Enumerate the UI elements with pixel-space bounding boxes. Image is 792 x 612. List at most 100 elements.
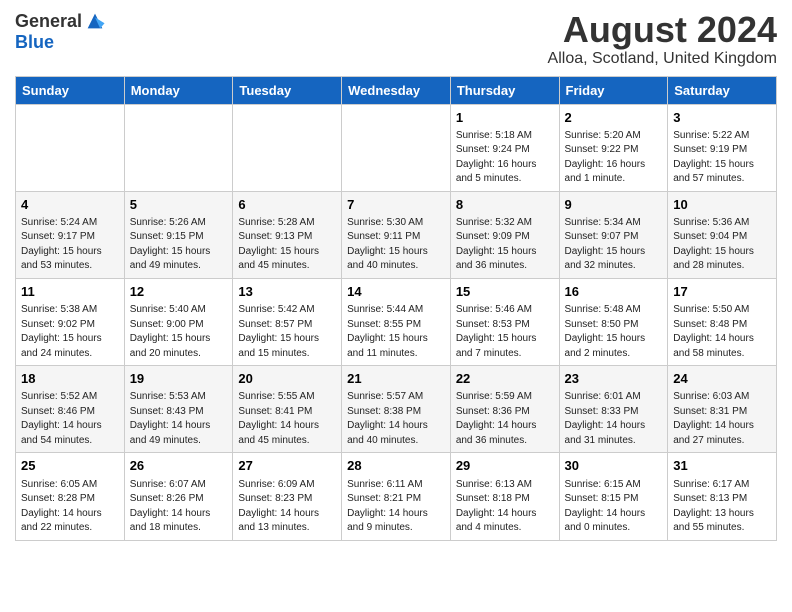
day-info: Sunrise: 5:20 AM Sunset: 9:22 PM Dayligh… [565,129,663,187]
day-number: 29 [456,457,554,475]
day-info: Sunrise: 6:09 AM Sunset: 8:23 PM Dayligh… [238,478,336,536]
day-info: Sunrise: 5:46 AM Sunset: 8:53 PM Dayligh… [456,303,554,361]
calendar-cell [342,104,451,191]
day-header-sunday: Sunday [16,76,125,104]
logo: General Blue [15,10,106,53]
calendar-cell: 30 Sunrise: 6:15 AM Sunset: 8:15 PM Dayli… [559,453,668,540]
calendar-cell: 22Sunrise: 5:59 AM Sunset: 8:36 PM Dayli… [450,366,559,453]
day-number: 26 [130,457,228,475]
day-header-tuesday: Tuesday [233,76,342,104]
day-info: Sunrise: 6:07 AM Sunset: 8:26 PM Dayligh… [130,478,228,536]
calendar-week-3: 11 Sunrise: 5:38 AM Sunset: 9:02 PM Dayli… [16,278,777,365]
day-number: 23 [565,370,663,388]
calendar-cell: 23 Sunrise: 6:01 AM Sunset: 8:33 PM Dayli… [559,366,668,453]
day-number: 20 [238,370,336,388]
day-info: Sunrise: 5:34 AM Sunset: 9:07 PM Dayligh… [565,216,663,274]
calendar-cell: 19 Sunrise: 5:53 AM Sunset: 8:43 PM Dayli… [124,366,233,453]
calendar-cell: 20 Sunrise: 5:55 AM Sunset: 8:41 PM Dayli… [233,366,342,453]
day-number: 16 [565,283,663,301]
day-number: 14 [347,283,445,301]
logo-blue-text: Blue [15,32,54,53]
calendar-cell: 3Sunrise: 5:22 AM Sunset: 9:19 PM Daylig… [668,104,777,191]
day-number: 10 [673,196,771,214]
day-number: 17 [673,283,771,301]
day-number: 5 [130,196,228,214]
calendar-cell: 16 Sunrise: 5:48 AM Sunset: 8:50 PM Dayli… [559,278,668,365]
day-header-thursday: Thursday [450,76,559,104]
day-header-saturday: Saturday [668,76,777,104]
day-header-friday: Friday [559,76,668,104]
calendar-cell: 4 Sunrise: 5:24 AM Sunset: 9:17 PM Daylig… [16,191,125,278]
day-number: 6 [238,196,336,214]
calendar-cell [16,104,125,191]
calendar-cell: 5 Sunrise: 5:26 AM Sunset: 9:15 PM Daylig… [124,191,233,278]
day-header-wednesday: Wednesday [342,76,451,104]
calendar-cell: 25Sunrise: 6:05 AM Sunset: 8:28 PM Dayli… [16,453,125,540]
day-number: 13 [238,283,336,301]
day-number: 7 [347,196,445,214]
day-number: 28 [347,457,445,475]
title-section: August 2024 Alloa, Scotland, United King… [548,10,777,68]
day-info: Sunrise: 6:03 AM Sunset: 8:31 PM Dayligh… [673,390,771,448]
day-number: 4 [21,196,119,214]
day-info: Sunrise: 5:24 AM Sunset: 9:17 PM Dayligh… [21,216,119,274]
day-info: Sunrise: 5:38 AM Sunset: 9:02 PM Dayligh… [21,303,119,361]
day-number: 24 [673,370,771,388]
day-info: Sunrise: 5:42 AM Sunset: 8:57 PM Dayligh… [238,303,336,361]
day-info: Sunrise: 5:32 AM Sunset: 9:09 PM Dayligh… [456,216,554,274]
day-info: Sunrise: 6:11 AM Sunset: 8:21 PM Dayligh… [347,478,445,536]
day-number: 19 [130,370,228,388]
calendar-table: SundayMondayTuesdayWednesdayThursdayFrid… [15,76,777,541]
calendar-week-1: 1Sunrise: 5:18 AM Sunset: 9:24 PM Daylig… [16,104,777,191]
calendar-cell: 24 Sunrise: 6:03 AM Sunset: 8:31 PM Dayli… [668,366,777,453]
day-number: 15 [456,283,554,301]
logo-general-text: General [15,11,82,32]
day-number: 1 [456,109,554,127]
calendar-cell: 28 Sunrise: 6:11 AM Sunset: 8:21 PM Dayli… [342,453,451,540]
day-info: Sunrise: 5:36 AM Sunset: 9:04 PM Dayligh… [673,216,771,274]
day-info: Sunrise: 5:28 AM Sunset: 9:13 PM Dayligh… [238,216,336,274]
calendar-cell: 31 Sunrise: 6:17 AM Sunset: 8:13 PM Dayli… [668,453,777,540]
calendar-week-2: 4 Sunrise: 5:24 AM Sunset: 9:17 PM Daylig… [16,191,777,278]
calendar-cell: 2 Sunrise: 5:20 AM Sunset: 9:22 PM Daylig… [559,104,668,191]
calendar-header-row: SundayMondayTuesdayWednesdayThursdayFrid… [16,76,777,104]
day-info: Sunrise: 5:53 AM Sunset: 8:43 PM Dayligh… [130,390,228,448]
calendar-cell [124,104,233,191]
day-info: Sunrise: 6:17 AM Sunset: 8:13 PM Dayligh… [673,478,771,536]
calendar-cell: 13 Sunrise: 5:42 AM Sunset: 8:57 PM Dayli… [233,278,342,365]
logo-icon [84,10,106,32]
day-info: Sunrise: 5:44 AM Sunset: 8:55 PM Dayligh… [347,303,445,361]
calendar-cell: 8Sunrise: 5:32 AM Sunset: 9:09 PM Daylig… [450,191,559,278]
day-number: 18 [21,370,119,388]
day-number: 2 [565,109,663,127]
calendar-cell: 29Sunrise: 6:13 AM Sunset: 8:18 PM Dayli… [450,453,559,540]
calendar-cell: 9Sunrise: 5:34 AM Sunset: 9:07 PM Daylig… [559,191,668,278]
page-header: General Blue August 2024 Alloa, Scotland… [15,10,777,68]
calendar-cell: 15 Sunrise: 5:46 AM Sunset: 8:53 PM Dayli… [450,278,559,365]
day-info: Sunrise: 5:50 AM Sunset: 8:48 PM Dayligh… [673,303,771,361]
day-number: 12 [130,283,228,301]
calendar-cell: 6 Sunrise: 5:28 AM Sunset: 9:13 PM Daylig… [233,191,342,278]
calendar-cell: 14 Sunrise: 5:44 AM Sunset: 8:55 PM Dayli… [342,278,451,365]
calendar-cell: 12Sunrise: 5:40 AM Sunset: 9:00 PM Dayli… [124,278,233,365]
day-number: 31 [673,457,771,475]
calendar-week-4: 18 Sunrise: 5:52 AM Sunset: 8:46 PM Dayli… [16,366,777,453]
day-info: Sunrise: 5:22 AM Sunset: 9:19 PM Dayligh… [673,129,771,187]
day-info: Sunrise: 5:59 AM Sunset: 8:36 PM Dayligh… [456,390,554,448]
day-info: Sunrise: 5:55 AM Sunset: 8:41 PM Dayligh… [238,390,336,448]
day-info: Sunrise: 5:57 AM Sunset: 8:38 PM Dayligh… [347,390,445,448]
day-number: 30 [565,457,663,475]
day-number: 27 [238,457,336,475]
day-header-monday: Monday [124,76,233,104]
day-info: Sunrise: 5:30 AM Sunset: 9:11 PM Dayligh… [347,216,445,274]
day-number: 11 [21,283,119,301]
day-info: Sunrise: 5:48 AM Sunset: 8:50 PM Dayligh… [565,303,663,361]
day-info: Sunrise: 6:15 AM Sunset: 8:15 PM Dayligh… [565,478,663,536]
day-info: Sunrise: 5:26 AM Sunset: 9:15 PM Dayligh… [130,216,228,274]
calendar-cell: 1Sunrise: 5:18 AM Sunset: 9:24 PM Daylig… [450,104,559,191]
calendar-cell: 7 Sunrise: 5:30 AM Sunset: 9:11 PM Daylig… [342,191,451,278]
month-title: August 2024 [548,10,777,50]
calendar-cell: 17 Sunrise: 5:50 AM Sunset: 8:48 PM Dayli… [668,278,777,365]
day-info: Sunrise: 5:52 AM Sunset: 8:46 PM Dayligh… [21,390,119,448]
day-info: Sunrise: 6:01 AM Sunset: 8:33 PM Dayligh… [565,390,663,448]
